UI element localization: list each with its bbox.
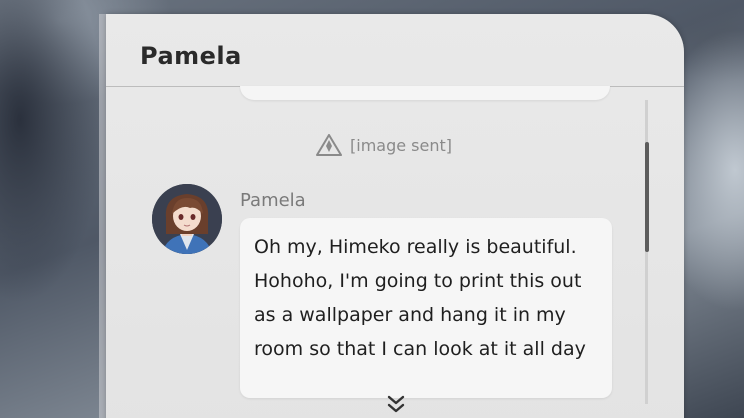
image-sent-label: [image sent] xyxy=(350,135,452,155)
chat-title: Pamela xyxy=(140,42,242,70)
chat-header: Pamela xyxy=(106,14,684,87)
chevron-double-down-icon[interactable] xyxy=(386,394,406,416)
chat-panel: Pamela [image sent] Pamela Oh my, Himeko… xyxy=(106,14,684,418)
image-sent-icon xyxy=(316,134,342,156)
image-sent-notice: [image sent] xyxy=(316,134,452,156)
avatar xyxy=(152,184,222,254)
panel-edge xyxy=(99,14,106,418)
message-sender: Pamela xyxy=(240,190,306,211)
message-text: Oh my, Himeko really is beautiful. Hohoh… xyxy=(254,236,586,360)
scrollbar-thumb[interactable] xyxy=(645,142,649,252)
message-bubble: Oh my, Himeko really is beautiful. Hohoh… xyxy=(240,218,612,398)
previous-message-bubble xyxy=(240,86,610,100)
